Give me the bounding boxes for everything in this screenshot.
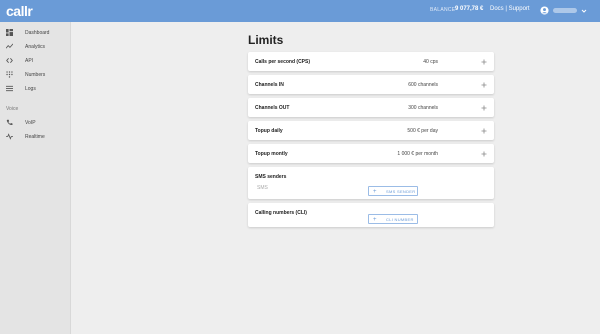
sidebar-item-label: VoIP (25, 119, 36, 126)
page-title: Limits (248, 33, 284, 47)
balance-value: 9 077,78 € (455, 6, 484, 12)
username[interactable] (553, 8, 577, 13)
limit-card-cps[interactable]: Calls per second (CPS) 40 cps (248, 52, 494, 71)
limit-value: 40 cps (423, 59, 438, 65)
calling-numbers-label: Calling numbers (CLI) (255, 210, 307, 216)
list-icon (6, 85, 13, 92)
code-icon (6, 58, 13, 63)
limit-card-channels-in[interactable]: Channels IN 600 channels (248, 75, 494, 94)
sidebar-item-numbers[interactable]: Numbers (0, 68, 71, 81)
logo[interactable]: callr (6, 3, 33, 19)
realtime-icon (6, 133, 13, 140)
sidebar-item-label: Numbers (25, 71, 46, 78)
sidebar-item-label: API (25, 57, 34, 64)
sidebar-item-label: Realtime (25, 133, 45, 140)
sms-senders-label: SMS senders (255, 174, 287, 180)
sidebar-item-api[interactable]: API (0, 54, 71, 67)
sidebar-item-logs[interactable]: Logs (0, 82, 71, 95)
plus-icon[interactable] (481, 105, 487, 111)
sidebar-item-label: Logs (25, 85, 36, 92)
plus-icon: + (373, 189, 377, 195)
dashboard-icon (6, 29, 13, 36)
limit-value: 500 € per day (407, 128, 438, 134)
limit-label: Topup montly (255, 151, 288, 157)
button-label: CLI NUMBER (386, 217, 414, 222)
limit-value: 300 channels (408, 105, 438, 111)
limit-label: Channels OUT (255, 105, 290, 111)
plus-icon: + (373, 217, 377, 223)
sidebar-item-realtime[interactable]: Realtime (0, 130, 71, 143)
docs-support-link[interactable]: Docs | Support (490, 6, 530, 12)
limit-label: Topup daily (255, 128, 283, 134)
add-cli-number-button[interactable]: + CLI NUMBER (368, 214, 418, 224)
sidebar-item-analytics[interactable]: Analytics (0, 40, 71, 53)
sidebar-item-label: Dashboard (25, 29, 50, 36)
add-sms-sender-button[interactable]: + SMS SENDER (368, 186, 418, 196)
limit-value: 1 000 € per month (397, 151, 438, 157)
sms-senders-card: SMS senders SMS + SMS SENDER (248, 167, 494, 199)
sidebar-item-label: Analytics (25, 43, 46, 50)
chevron-down-icon[interactable] (581, 8, 587, 14)
plus-icon[interactable] (481, 82, 487, 88)
logo-text: callr (6, 3, 33, 19)
plus-icon[interactable] (481, 128, 487, 134)
button-label: SMS SENDER (386, 189, 416, 194)
main-content: Limits Calls per second (CPS) 40 cps Cha… (72, 22, 600, 334)
plus-icon[interactable] (481, 151, 487, 157)
limit-label: Channels IN (255, 82, 284, 88)
sidebar-item-voip[interactable]: VoIP (0, 116, 71, 129)
limit-card-topup-daily[interactable]: Topup daily 500 € per day (248, 121, 494, 140)
sidebar-item-dashboard[interactable]: Dashboard (0, 26, 71, 39)
dialpad-icon (6, 71, 13, 78)
calling-numbers-card: Calling numbers (CLI) + CLI NUMBER (248, 203, 494, 227)
phone-icon (6, 119, 13, 126)
analytics-icon (6, 43, 13, 49)
sms-sender-tag: SMS (257, 185, 268, 191)
balance-label: BALANCE (430, 7, 456, 13)
limit-value: 600 channels (408, 82, 438, 88)
limit-label: Calls per second (CPS) (255, 59, 311, 65)
limit-card-channels-out[interactable]: Channels OUT 300 channels (248, 98, 494, 117)
sidebar: Dashboard Analytics API Numbers Logs Voi… (0, 22, 71, 334)
limit-card-topup-monthly[interactable]: Topup montly 1 000 € per month (248, 144, 494, 163)
user-icon[interactable] (540, 6, 549, 15)
plus-icon[interactable] (481, 59, 487, 65)
top-bar: callr BALANCE 9 077,78 € Docs | Support (0, 0, 600, 22)
sidebar-section-voice: Voice (6, 106, 19, 112)
